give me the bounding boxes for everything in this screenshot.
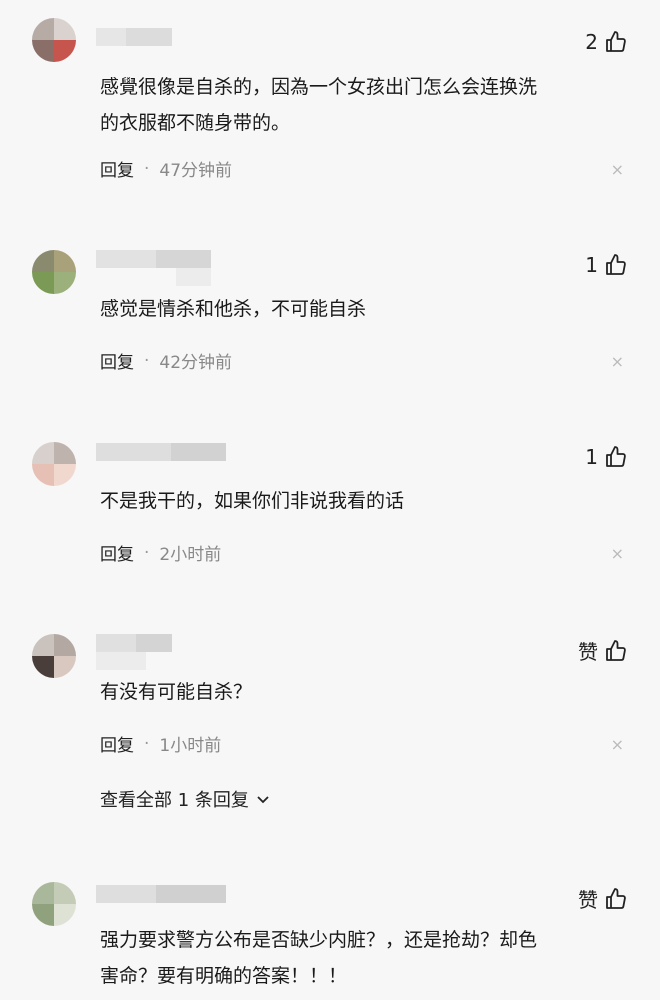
close-icon[interactable]: × xyxy=(611,735,624,754)
view-all-replies-label: 查看全部 1 条回复 xyxy=(100,790,249,811)
thumbs-up-icon xyxy=(606,446,626,467)
avatar[interactable] xyxy=(32,250,76,294)
like-button[interactable]: 赞 xyxy=(578,884,628,913)
close-icon[interactable]: × xyxy=(611,544,624,563)
separator-dot: · xyxy=(144,733,150,754)
timestamp: 47分钟前 xyxy=(159,161,233,181)
like-label: 赞 xyxy=(578,640,598,664)
separator-dot: · xyxy=(144,350,150,371)
comment-text: 感覺很像是自杀的，因為一个女孩出门怎么会连换洗 的衣服都不随身带的。 xyxy=(100,76,538,134)
avatar[interactable] xyxy=(32,882,76,926)
chevron-down-icon xyxy=(257,796,269,804)
like-button[interactable]: 2 xyxy=(585,30,628,54)
comment-meta: 回复 · 42分钟前 xyxy=(100,348,233,374)
timestamp: 42分钟前 xyxy=(159,353,233,373)
comment-meta: 回复 · 2小时前 xyxy=(100,540,222,566)
thumbs-up-icon xyxy=(606,639,626,661)
separator-dot: · xyxy=(144,542,150,563)
reply-button[interactable]: 回复 xyxy=(100,540,134,565)
like-button[interactable]: 1 xyxy=(585,445,628,469)
like-count: 2 xyxy=(585,30,598,54)
like-count: 1 xyxy=(585,253,598,277)
timestamp: 1小时前 xyxy=(159,736,222,756)
separator-dot: · xyxy=(144,158,150,179)
comment-meta: 回复 · 1小时前 xyxy=(100,731,222,757)
view-all-replies-button[interactable]: 查看全部 1 条回复 xyxy=(100,786,271,812)
reply-button[interactable]: 回复 xyxy=(100,731,134,756)
timestamp: 2小时前 xyxy=(159,545,222,565)
reply-button[interactable]: 回复 xyxy=(100,156,134,181)
avatar[interactable] xyxy=(32,634,76,678)
comment-text: 感觉是情杀和他杀，不可能自杀 xyxy=(100,298,367,320)
like-label: 赞 xyxy=(578,888,598,912)
close-icon[interactable]: × xyxy=(611,352,624,371)
thumbs-up-icon xyxy=(606,31,626,52)
avatar[interactable] xyxy=(32,442,76,486)
comment-text: 强力要求警方公布是否缺少内脏？，还是抢劫？却色 害命？要有明确的答案！！！ xyxy=(100,929,538,987)
like-button[interactable]: 1 xyxy=(585,253,628,277)
reply-button[interactable]: 回复 xyxy=(100,348,134,373)
thumbs-up-icon xyxy=(606,887,626,909)
avatar[interactable] xyxy=(32,18,76,62)
comment-meta: 回复 · 47分钟前 xyxy=(100,156,233,182)
thumbs-up-icon xyxy=(606,254,626,275)
comment-text: 不是我干的，如果你们非说我看的话 xyxy=(100,490,405,512)
close-icon[interactable]: × xyxy=(611,160,624,179)
like-button[interactable]: 赞 xyxy=(578,636,628,665)
comment-text: 有没有可能自杀？ xyxy=(100,681,253,703)
like-count: 1 xyxy=(585,445,598,469)
